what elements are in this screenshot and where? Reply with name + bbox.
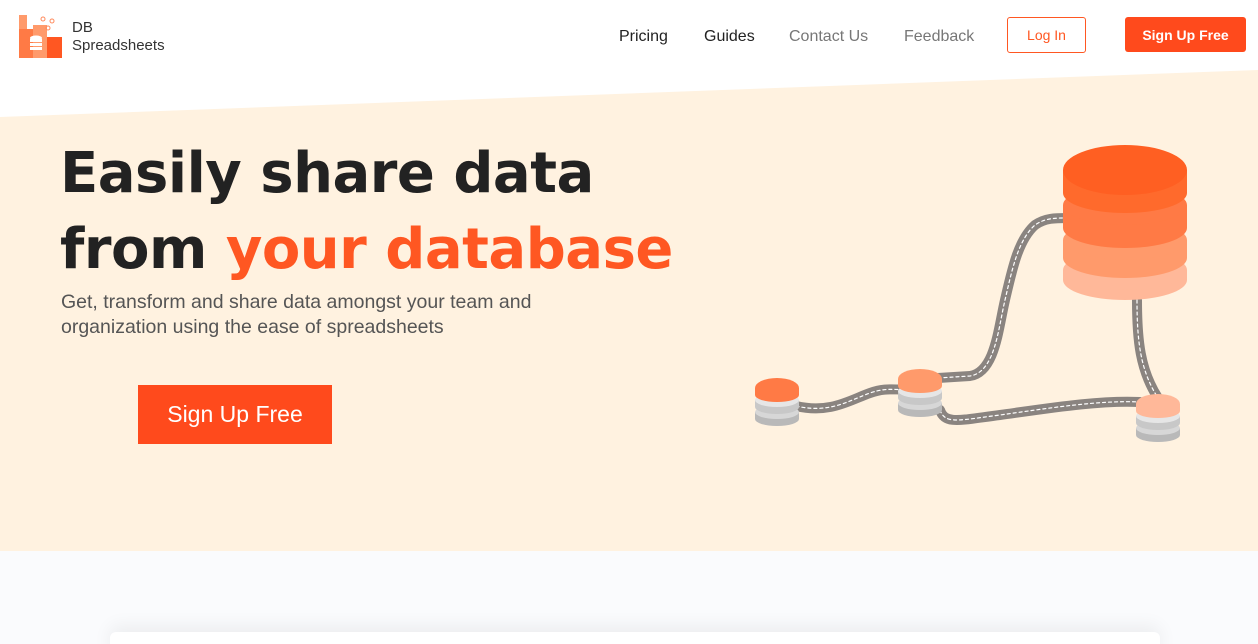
- brand-name[interactable]: DB Spreadsheets: [72, 19, 165, 55]
- signup-button-header[interactable]: Sign Up Free: [1125, 17, 1246, 52]
- headline-line-1: Easily share data: [60, 141, 594, 206]
- db-spreadsheets-logo-icon[interactable]: [19, 15, 63, 59]
- database-network-illustration-icon: [755, 145, 1187, 442]
- nav-link-feedback[interactable]: Feedback: [904, 28, 974, 46]
- nav-link-guides[interactable]: Guides: [704, 28, 755, 46]
- nav-link-contact-us[interactable]: Contact Us: [789, 28, 868, 46]
- lower-content-card: [110, 632, 1160, 644]
- hero-headline: Easily share data from your database: [60, 136, 673, 288]
- signup-button-hero[interactable]: Sign Up Free: [138, 385, 332, 444]
- nav-link-pricing[interactable]: Pricing: [619, 28, 668, 46]
- lower-section-background: [0, 551, 1258, 644]
- site-header: DB Spreadsheets Pricing Guides Contact U…: [0, 0, 1258, 70]
- login-button[interactable]: Log In: [1007, 17, 1086, 53]
- headline-accent: your database: [225, 217, 674, 282]
- brand-line-2: Spreadsheets: [72, 37, 165, 54]
- hero-subtext: Get, transform and share data amongst yo…: [61, 291, 532, 338]
- brand-line-1: DB: [72, 19, 93, 36]
- headline-from: from: [60, 217, 226, 282]
